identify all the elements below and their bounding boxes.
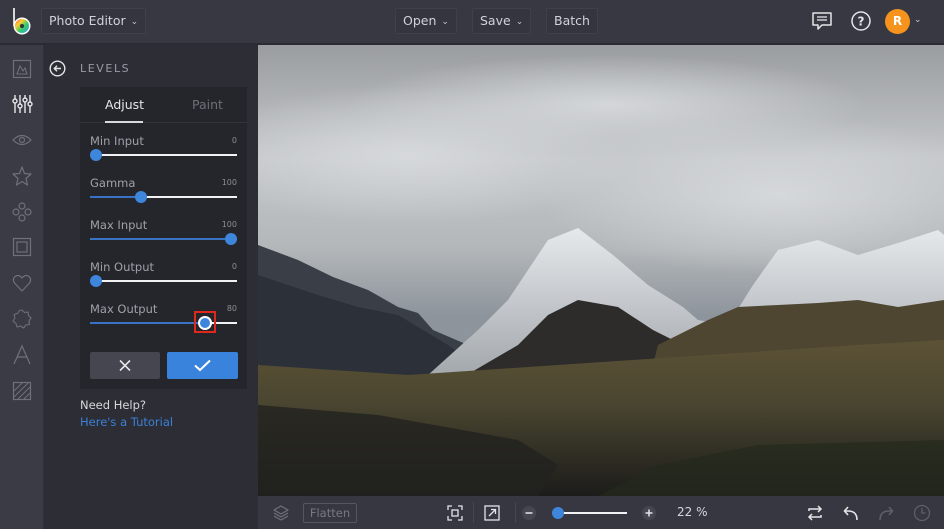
- batch-label: Batch: [554, 13, 590, 28]
- slider-track[interactable]: [90, 191, 237, 203]
- text-icon[interactable]: [11, 344, 33, 366]
- close-icon: [119, 359, 131, 372]
- undo-icon[interactable]: [842, 504, 860, 522]
- slider-label: Min Output: [90, 260, 155, 274]
- bottom-toolbar: Flatten 22 %: [258, 496, 944, 529]
- slider-track[interactable]: [89, 275, 237, 287]
- slider-track[interactable]: [90, 233, 238, 245]
- star-icon[interactable]: [11, 165, 33, 187]
- slider-value: 80: [226, 304, 237, 313]
- divider: [473, 502, 474, 523]
- slider-label: Gamma: [90, 176, 136, 190]
- zoom-out-icon[interactable]: [520, 504, 538, 522]
- photo-editor-label: Photo Editor: [49, 13, 126, 28]
- fit-to-screen-icon[interactable]: [446, 504, 464, 522]
- slider-value: 0: [231, 262, 237, 271]
- slider-gamma: Gamma 100: [90, 176, 237, 216]
- history-icon[interactable]: [913, 504, 931, 522]
- slider-value: 100: [221, 178, 237, 187]
- batch-button[interactable]: Batch: [546, 8, 598, 34]
- tool-rail: [0, 45, 44, 529]
- checkmark-icon: [194, 359, 211, 372]
- photo-editor-menu[interactable]: Photo Editor ⌄: [41, 8, 147, 34]
- comments-icon[interactable]: [811, 10, 833, 32]
- slider-thumb[interactable]: [89, 275, 102, 287]
- chevron-down-icon: ⌄: [130, 17, 139, 27]
- tab-paint[interactable]: Paint: [192, 87, 223, 123]
- layers-icon[interactable]: [272, 504, 290, 522]
- zoom-in-icon[interactable]: [640, 504, 658, 522]
- tab-adjust[interactable]: Adjust: [105, 87, 144, 123]
- slider-label: Max Output: [90, 302, 158, 316]
- slider-value: 0: [231, 136, 237, 145]
- slider-min-input: Min Input 0: [89, 134, 237, 174]
- slider-track[interactable]: [90, 311, 237, 333]
- frame-icon[interactable]: [11, 236, 33, 258]
- image-icon[interactable]: [11, 58, 33, 80]
- badge-icon[interactable]: [11, 308, 33, 330]
- photo-canvas[interactable]: [258, 45, 944, 496]
- active-tab-indicator: [105, 121, 143, 123]
- cancel-button[interactable]: [90, 352, 160, 379]
- open-menu-button[interactable]: Open ⌄: [395, 8, 457, 34]
- flatten-button[interactable]: Flatten: [303, 503, 357, 523]
- slider-thumb[interactable]: [197, 316, 212, 330]
- slider-label: Min Input: [90, 134, 144, 148]
- slider-min-output: Min Output 0: [89, 260, 237, 300]
- slider-label: Max Input: [90, 218, 148, 232]
- slider-value: 100: [221, 220, 237, 229]
- save-label: Save: [480, 13, 511, 28]
- top-bar: Photo Editor ⌄ Open ⌄ Save ⌄ Batch ? R ⌄: [0, 0, 944, 44]
- befunky-logo-icon[interactable]: [10, 6, 34, 36]
- chevron-down-icon: ⌄: [441, 17, 449, 27]
- zoom-percentage: 22 %: [677, 505, 708, 519]
- slider-fill: [90, 238, 232, 240]
- help-title: Need Help?: [80, 398, 147, 412]
- slider-fill: [90, 196, 142, 198]
- zoom-slider[interactable]: [552, 507, 627, 519]
- tutorial-link[interactable]: Here's a Tutorial: [80, 415, 173, 429]
- levels-card: Adjust Paint Min Input 0 Gamma 100 Max I…: [80, 87, 247, 389]
- photo-editor-app: Photo Editor ⌄ Open ⌄ Save ⌄ Batch ? R ⌄: [0, 0, 944, 529]
- slider-thumb[interactable]: [225, 233, 238, 245]
- slider-thumb[interactable]: [89, 149, 102, 161]
- texture-icon[interactable]: [11, 380, 33, 402]
- open-label: Open: [403, 13, 437, 28]
- slider-track[interactable]: [89, 149, 237, 161]
- chevron-down-icon[interactable]: ⌄: [914, 15, 922, 25]
- divider: [515, 502, 516, 523]
- chevron-down-icon: ⌄: [515, 17, 524, 27]
- save-menu-button[interactable]: Save ⌄: [472, 8, 532, 34]
- heart-icon[interactable]: [11, 272, 33, 294]
- actual-size-icon[interactable]: [483, 504, 501, 522]
- compare-icon[interactable]: [806, 504, 824, 522]
- apply-button[interactable]: [167, 352, 238, 379]
- panel-header: LEVELS: [45, 45, 258, 90]
- eye-icon[interactable]: [11, 129, 33, 151]
- slider-max-input: Max Input 100: [90, 218, 238, 258]
- slider-thumb[interactable]: [135, 191, 148, 203]
- svg-text:?: ?: [858, 15, 865, 29]
- flower-icon[interactable]: [11, 201, 33, 223]
- zoom-slider-thumb[interactable]: [552, 507, 564, 519]
- redo-icon[interactable]: [877, 504, 895, 522]
- mountain-landscape-photo: [258, 45, 944, 496]
- user-avatar[interactable]: R: [885, 9, 910, 34]
- slider-max-output: Max Output 80: [90, 302, 237, 342]
- panel-tabs: Adjust Paint: [80, 87, 247, 123]
- panel-title: LEVELS: [80, 62, 131, 75]
- back-arrow-icon[interactable]: [49, 60, 66, 77]
- help-icon[interactable]: ?: [850, 10, 872, 32]
- sliders-icon[interactable]: [11, 93, 33, 115]
- slider-fill: [90, 322, 205, 324]
- levels-panel: LEVELS Adjust Paint Min Input 0 Gamma 10…: [45, 45, 258, 529]
